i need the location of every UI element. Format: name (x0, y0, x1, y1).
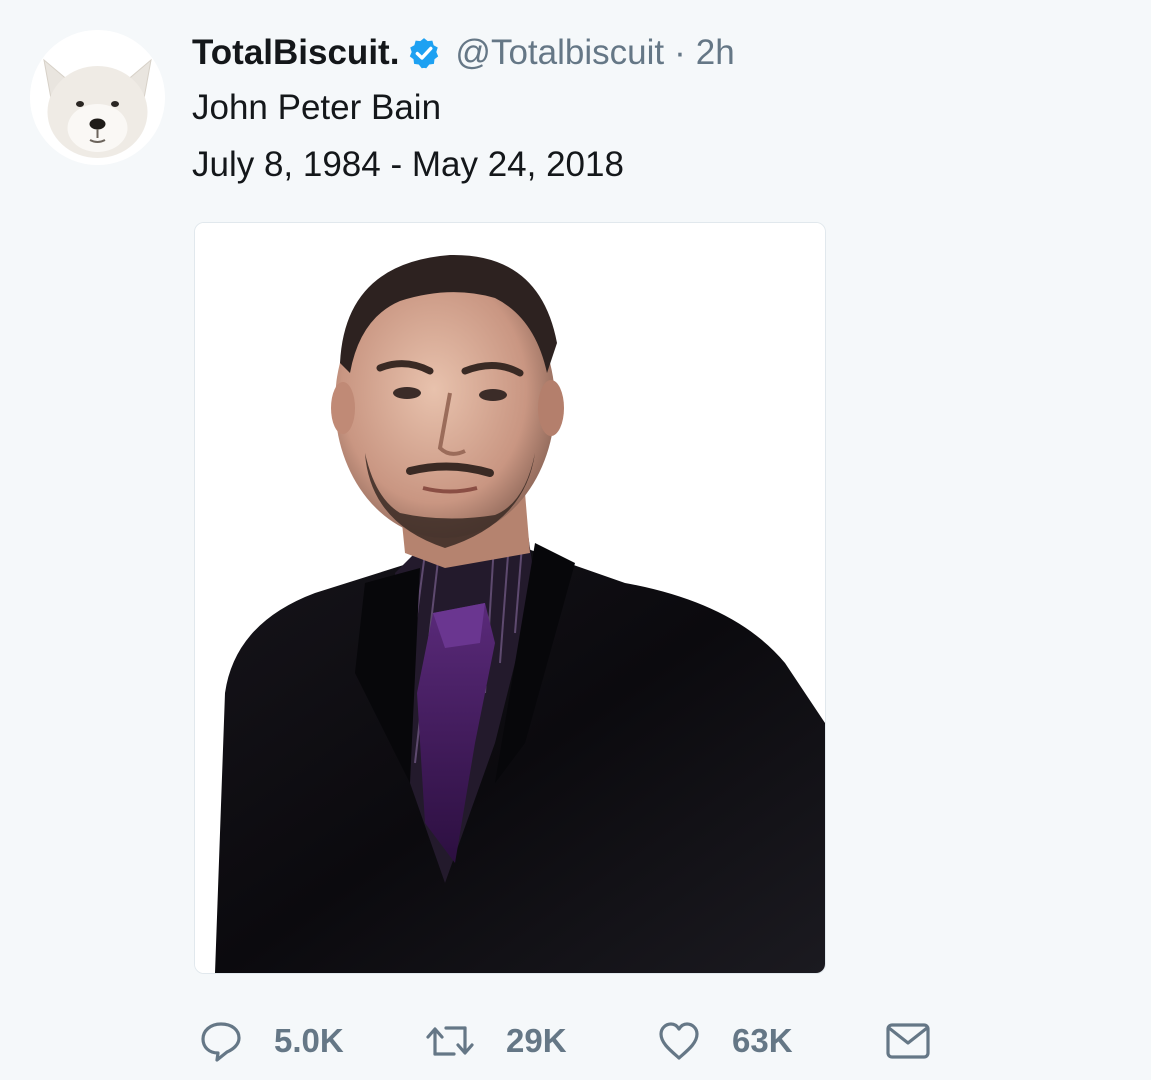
tweet-timestamp[interactable]: 2h (696, 33, 735, 73)
tweet-actions: 5.0K 29K 63K (198, 1012, 958, 1070)
author-handle[interactable]: @Totalbiscuit (455, 33, 664, 73)
retweet-button[interactable]: 29K (424, 1012, 567, 1070)
reply-button[interactable]: 5.0K (198, 1012, 344, 1070)
tweet: TotalBiscuit. @Totalbiscuit · 2h John Pe… (0, 0, 1151, 1080)
verified-badge-icon (410, 38, 439, 69)
reply-icon (201, 1022, 241, 1062)
heart-icon (659, 1022, 699, 1060)
portrait-image (195, 223, 825, 973)
tweet-photo[interactable] (194, 222, 826, 974)
retweet-count: 29K (506, 1022, 567, 1059)
header-separator: · (674, 33, 686, 72)
dog-avatar-icon (30, 30, 165, 165)
tweet-text-line: John Peter Bain (192, 88, 442, 127)
reply-count: 5.0K (274, 1022, 344, 1059)
tweet-header: TotalBiscuit. @Totalbiscuit · 2h (192, 28, 735, 78)
retweet-icon (426, 1026, 474, 1056)
tweet-text-line: July 8, 1984 - May 24, 2018 (192, 145, 624, 184)
author-display-name[interactable]: TotalBiscuit. (192, 33, 399, 73)
like-button[interactable]: 63K (656, 1012, 793, 1070)
direct-message-button[interactable] (884, 1012, 932, 1070)
author-avatar[interactable] (30, 30, 165, 165)
like-count: 63K (732, 1022, 793, 1059)
envelope-icon (886, 1023, 930, 1059)
